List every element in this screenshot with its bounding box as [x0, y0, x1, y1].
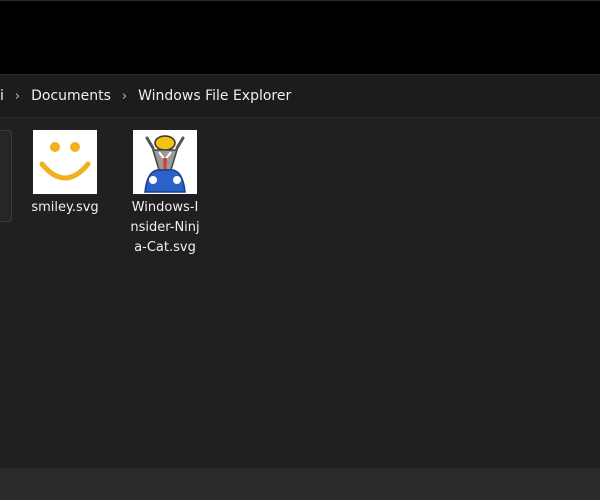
ninja-cat-icon: [133, 130, 197, 194]
status-bar: [0, 468, 600, 500]
file-list-area[interactable]: smiley.svg Windows-Insider-Ninja-Cat.svg: [0, 118, 600, 468]
chevron-right-icon[interactable]: ›: [122, 89, 127, 104]
file-explorer-window: i › Documents › Windows File Explorer sm…: [0, 0, 600, 500]
address-bar[interactable]: i › Documents › Windows File Explorer: [0, 74, 600, 118]
file-tile-smiley[interactable]: smiley.svg: [22, 130, 108, 218]
breadcrumb-item-documents[interactable]: Documents: [29, 88, 113, 104]
chevron-right-icon[interactable]: ›: [15, 89, 20, 104]
file-name-label: Windows-Insider-Ninja-Cat.svg: [130, 200, 200, 255]
file-tile-ninja-cat[interactable]: Windows-Insider-Ninja-Cat.svg: [122, 130, 208, 258]
breadcrumb-item-partial[interactable]: i: [0, 88, 6, 104]
breadcrumb: i › Documents › Windows File Explorer: [0, 75, 293, 117]
smiley-face-icon: [33, 130, 97, 194]
toolbar-area: [0, 0, 600, 74]
partial-file-tile[interactable]: [0, 130, 12, 222]
breadcrumb-item-windows-file-explorer[interactable]: Windows File Explorer: [136, 88, 293, 104]
file-name-label: smiley.svg: [31, 200, 99, 215]
